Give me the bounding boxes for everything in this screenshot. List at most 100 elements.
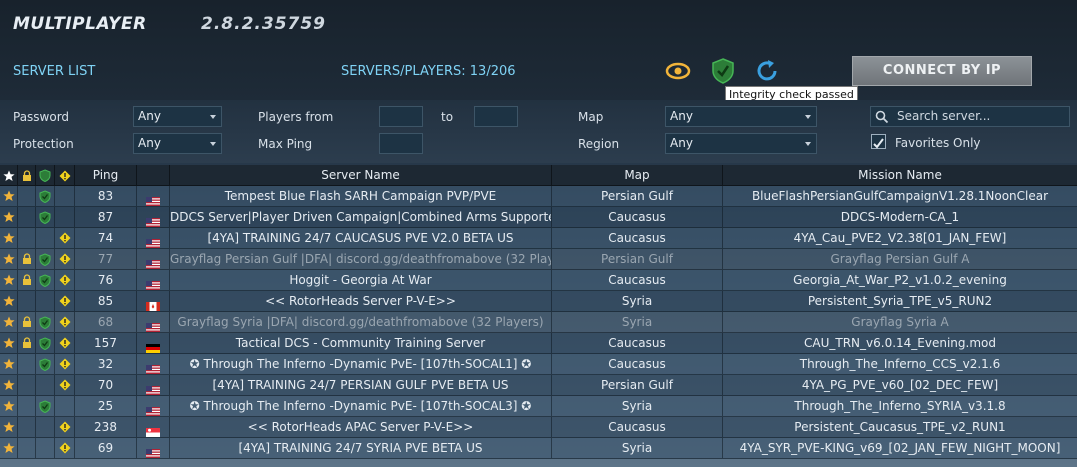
country-flag-cell [137,249,170,269]
favorite-star-icon[interactable] [2,211,15,223]
table-row[interactable]: 74 [4YA] TRAINING 24/7 CAUCASUS PVE V2.0 … [0,228,1077,249]
chevron-down-icon [210,142,216,146]
region-value: Any [670,136,693,150]
favorite-star-icon[interactable] [2,442,15,454]
table-row[interactable]: 69 [4YA] TRAINING 24/7 SYRIA PVE BETA US S… [0,438,1077,459]
shield-icon [39,210,51,224]
warn-cell [55,354,75,374]
flag-us-icon [146,444,160,458]
warning-icon [59,421,71,433]
shield-cell [36,186,55,206]
connect-by-ip-button[interactable]: CONNECT BY IP [852,56,1032,86]
table-row[interactable]: 25 ✪ Through The Inferno -Dynamic PvE- [1… [0,396,1077,417]
table-row[interactable]: 76 Hoggit - Georgia At War Caucasus Georgia… [0,270,1077,291]
fav-cell[interactable] [0,438,18,458]
lock-icon [21,274,33,286]
table-row[interactable]: 32 ✪ Through The Inferno -Dynamic PvE- [1… [0,354,1077,375]
servers-players-count: SERVERS/PLAYERS: 13/206 [341,64,516,79]
favorite-star-icon[interactable] [2,358,15,370]
flag-us-icon [146,402,160,416]
fav-cell[interactable] [0,249,18,269]
table-row[interactable]: 238 << RotorHeads APAC Server P-V-E>> Cauc… [0,417,1077,438]
fav-cell[interactable] [0,396,18,416]
ping-cell: 85 [75,291,137,311]
players-to-input[interactable] [474,106,518,127]
favorite-star-icon[interactable] [2,253,15,265]
chevron-down-icon [805,115,811,119]
password-dropdown[interactable]: Any [133,106,222,127]
lock-cell [18,186,36,206]
protection-dropdown[interactable]: Any [133,133,222,154]
ping-cell: 157 [75,333,137,353]
lock-cell [18,270,36,290]
map-column-header[interactable]: Map [552,165,723,186]
warn-cell [55,228,75,248]
table-row[interactable]: 157 Tactical DCS - Community Training Ser… [0,333,1077,354]
players-from-input[interactable] [379,106,423,127]
ping-cell: 87 [75,207,137,227]
protection-column-header[interactable] [36,165,55,186]
table-row[interactable]: 68 Grayflag Syria |DFA| discord.gg/deathf… [0,312,1077,333]
favorite-star-icon[interactable] [2,337,15,349]
server-name-column-header[interactable]: Server Name [170,165,552,186]
fav-cell[interactable] [0,354,18,374]
warning-column-header[interactable] [55,165,75,186]
favorite-star-icon[interactable] [2,232,15,244]
table-row[interactable]: 87 DDCS Server|Player Driven Campaign|Com… [0,207,1077,228]
region-dropdown[interactable]: Any [665,133,817,154]
flag-de-icon [146,339,160,353]
favorite-star-icon[interactable] [2,400,15,412]
shield-cell [36,270,55,290]
mission-name-column-header[interactable]: Mission Name [723,165,1077,186]
map-cell: Caucasus [552,228,723,248]
warn-cell [55,417,75,437]
lock-cell [18,333,36,353]
favorite-star-icon[interactable] [2,316,15,328]
favorites-checkbox[interactable] [871,134,886,149]
fav-cell[interactable] [0,207,18,227]
map-dropdown[interactable]: Any [665,106,817,127]
shield-cell [36,375,55,395]
password-column-header[interactable] [18,165,36,186]
favorite-column-header[interactable] [0,165,18,186]
fav-cell[interactable] [0,228,18,248]
shield-icon [39,357,51,371]
shield-cell [36,438,55,458]
favorites-label: Favorites Only [895,136,981,150]
fav-cell[interactable] [0,417,18,437]
shield-check-icon[interactable] [710,57,736,84]
warning-icon [59,337,71,349]
table-row[interactable]: 77 Grayflag Persian Gulf |DFA| discord.gg… [0,249,1077,270]
ping-cell: 68 [75,312,137,332]
fav-cell[interactable] [0,186,18,206]
favorite-star-icon[interactable] [2,379,15,391]
shield-cell [36,396,55,416]
fav-cell[interactable] [0,312,18,332]
favorite-star-icon[interactable] [2,190,15,202]
table-row[interactable]: 70 [4YA] TRAINING 24/7 PERSIAN GULF PVE B… [0,375,1077,396]
warn-cell [55,249,75,269]
flag-column-header[interactable] [137,165,170,186]
fav-cell[interactable] [0,333,18,353]
fav-cell[interactable] [0,375,18,395]
server-name-cell: [4YA] TRAINING 24/7 CAUCASUS PVE V2.0 BE… [170,228,552,248]
server-list-tab[interactable]: SERVER LIST [13,64,95,79]
fav-cell[interactable] [0,270,18,290]
favorite-star-icon[interactable] [2,274,15,286]
refresh-icon[interactable] [754,58,780,84]
favorite-star-icon[interactable] [2,421,15,433]
server-name-cell: ✪ Through The Inferno -Dynamic PvE- [107… [170,396,552,416]
lock-icon [22,169,31,181]
check-icon [873,138,884,149]
ping-column-header[interactable]: Ping [75,165,137,186]
fav-cell[interactable] [0,291,18,311]
eye-icon[interactable] [665,58,691,84]
favorite-star-icon[interactable] [2,295,15,307]
map-cell: Syria [552,312,723,332]
search-input[interactable]: Search server... [870,106,1070,127]
table-row[interactable]: 85 << RotorHeads Server P-V-E>> Syria Persi… [0,291,1077,312]
max-ping-input[interactable] [379,133,423,154]
shield-icon [39,252,51,266]
lock-cell [18,207,36,227]
table-row[interactable]: 83 Tempest Blue Flash SARH Campaign PVP/P… [0,186,1077,207]
